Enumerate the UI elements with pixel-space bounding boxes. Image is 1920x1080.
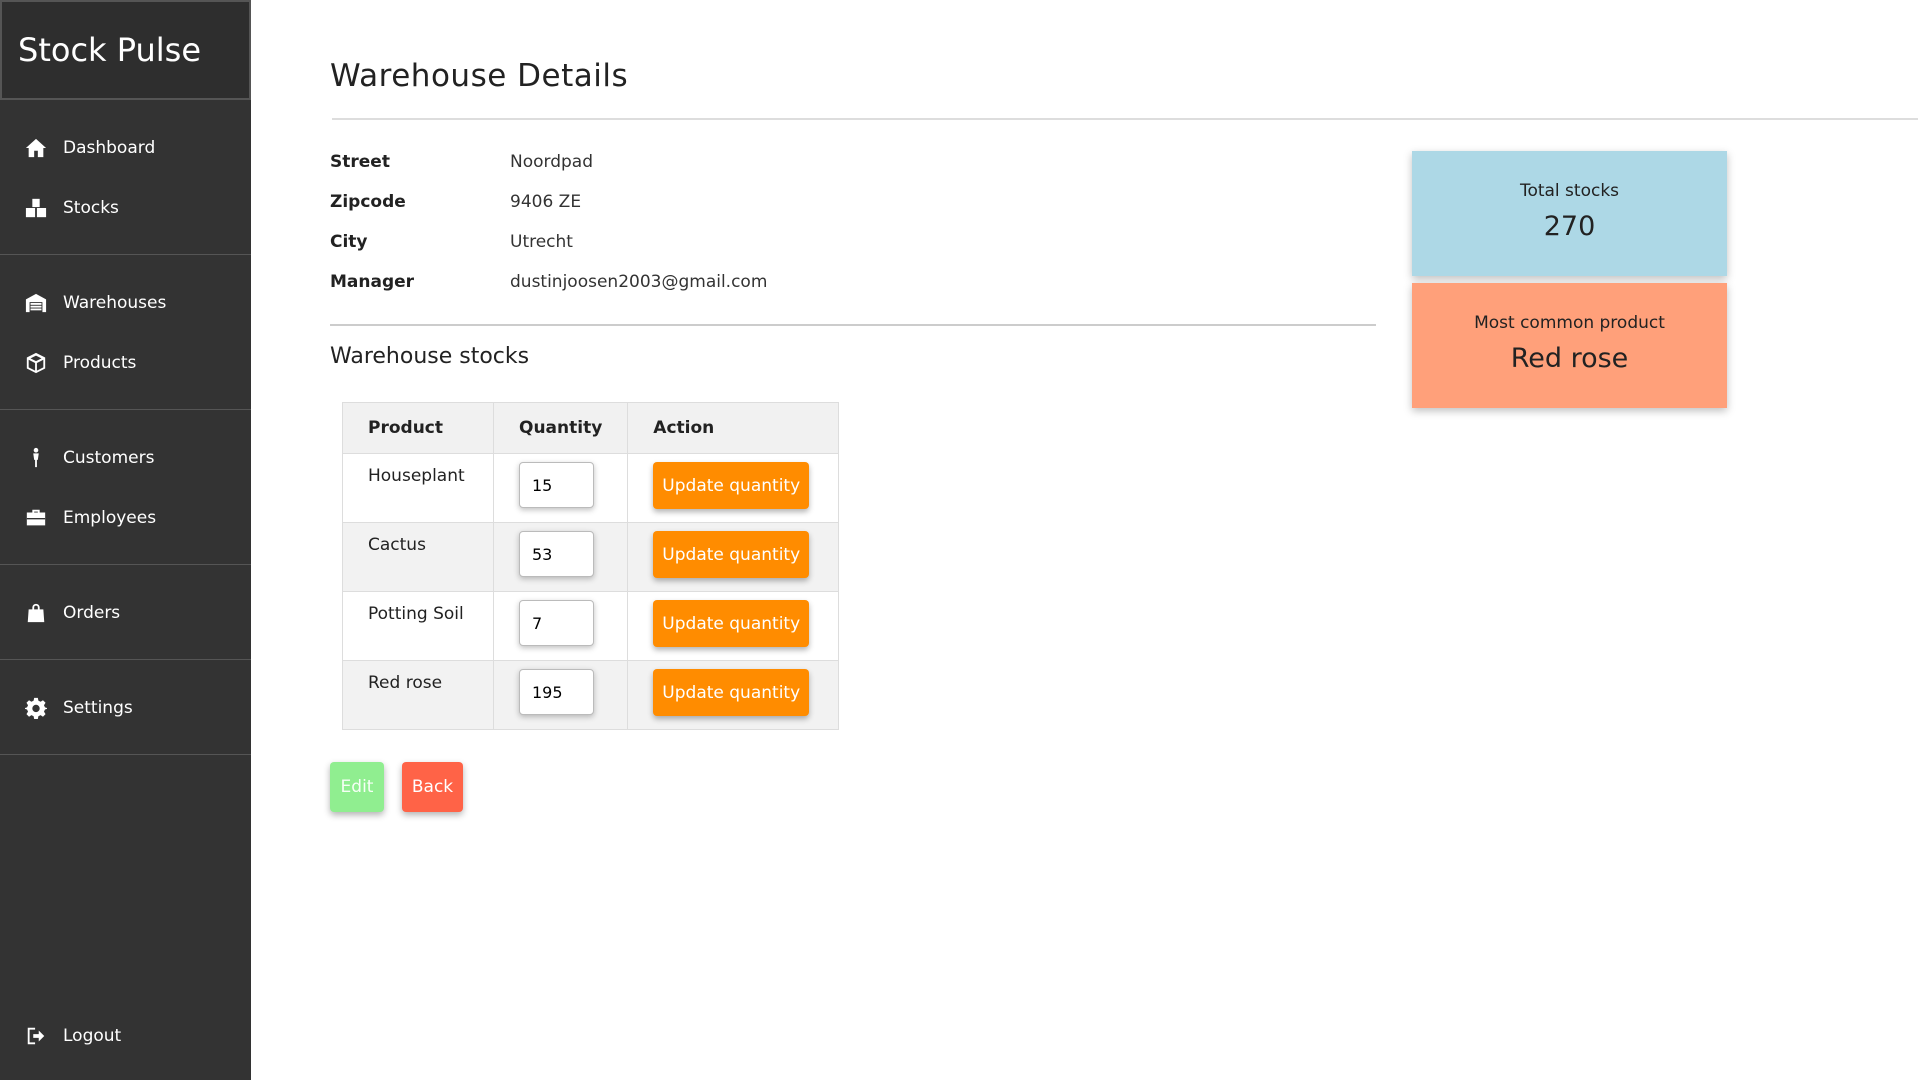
action-bar: Edit Back [330, 762, 463, 812]
brand-title: Stock Pulse [0, 0, 251, 100]
sidebar-item-logout[interactable]: Logout [0, 1006, 251, 1066]
sidebar-item-label: Dashboard [63, 138, 156, 158]
box-icon [24, 351, 48, 375]
update-quantity-button[interactable]: Update quantity [653, 669, 810, 716]
stat-label: Most common product [1474, 313, 1665, 333]
action-cell: Update quantity [627, 453, 840, 523]
briefcase-icon [24, 506, 48, 530]
detail-value-street: Noordpad [510, 152, 593, 172]
quantity-cell [492, 591, 629, 661]
stat-value-total: 270 [1543, 211, 1596, 242]
product-cell: Cactus [342, 522, 494, 592]
nav-group-1: Dashboard Stocks [0, 100, 251, 255]
detail-label: City [330, 232, 368, 252]
stat-value-common: Red rose [1510, 343, 1629, 374]
shopping-bag-icon [24, 601, 48, 625]
detail-label: Street [330, 152, 390, 172]
column-header-action: Action [627, 402, 840, 454]
detail-row-street: Street Noordpad [330, 142, 767, 182]
sidebar-item-label: Stocks [63, 198, 119, 218]
product-cell: Potting Soil [342, 591, 494, 661]
sidebar-item-stocks[interactable]: Stocks [0, 178, 251, 238]
nav-group-3: Customers Employees [0, 410, 251, 565]
sidebar-item-label: Products [63, 353, 137, 373]
sidebar-item-warehouses[interactable]: Warehouses [0, 273, 251, 333]
action-cell: Update quantity [627, 660, 840, 730]
product-cell: Red rose [342, 660, 494, 730]
quantity-input[interactable] [519, 669, 594, 715]
sidebar-item-settings[interactable]: Settings [0, 678, 251, 738]
detail-row-zipcode: Zipcode 9406 ZE [330, 182, 767, 222]
quantity-input[interactable] [519, 600, 594, 646]
sidebar-item-products[interactable]: Products [0, 333, 251, 393]
sidebar-item-customers[interactable]: Customers [0, 428, 251, 488]
sidebar-item-label: Warehouses [63, 293, 167, 313]
action-cell: Update quantity [627, 591, 840, 661]
nav-group-5: Settings [0, 660, 251, 755]
warehouse-icon [24, 291, 48, 315]
action-cell: Update quantity [627, 522, 840, 592]
update-quantity-button[interactable]: Update quantity [653, 462, 810, 509]
back-button[interactable]: Back [402, 762, 463, 812]
gear-icon [24, 696, 48, 720]
quantity-cell [492, 453, 629, 523]
page-title: Warehouse Details [330, 58, 629, 94]
sidebar-item-orders[interactable]: Orders [0, 583, 251, 643]
detail-value-zipcode: 9406 ZE [510, 192, 582, 212]
warehouse-details: Street Noordpad Zipcode 9406 ZE City Utr… [330, 142, 767, 302]
logout-section: Logout [0, 1006, 251, 1066]
total-stocks-card: Total stocks 270 [1412, 151, 1727, 276]
sidebar-item-label: Logout [63, 1026, 122, 1046]
most-common-product-card: Most common product Red rose [1412, 283, 1727, 408]
table-row: Houseplant Update quantity [342, 453, 840, 523]
sidebar-item-label: Employees [63, 508, 157, 528]
table-row: Potting Soil Update quantity [342, 591, 840, 661]
section-divider [330, 324, 1376, 326]
logout-icon [24, 1024, 48, 1048]
edit-button[interactable]: Edit [330, 762, 384, 812]
nav-group-4: Orders [0, 565, 251, 660]
detail-label: Manager [330, 272, 415, 292]
product-cell: Houseplant [342, 453, 494, 523]
main-content: Warehouse Details Street Noordpad Zipcod… [330, 0, 1920, 812]
detail-value-city: Utrecht [510, 232, 573, 252]
title-divider [332, 118, 1918, 120]
quantity-cell [492, 522, 629, 592]
stat-label: Total stocks [1519, 181, 1620, 201]
table-row: Red rose Update quantity [342, 660, 840, 730]
stocks-table: Product Quantity Action Houseplant Updat… [342, 402, 840, 730]
column-header-quantity: Quantity [492, 402, 629, 454]
section-title: Warehouse stocks [330, 344, 530, 369]
quantity-input[interactable] [519, 531, 594, 577]
update-quantity-button[interactable]: Update quantity [653, 600, 810, 647]
detail-row-manager: Manager dustinjoosen2003@gmail.com [330, 262, 767, 302]
column-header-product: Product [342, 402, 494, 454]
sidebar-item-label: Orders [63, 603, 121, 623]
boxes-icon [24, 196, 48, 220]
quantity-input[interactable] [519, 462, 594, 508]
table-header-row: Product Quantity Action [342, 402, 840, 454]
sidebar-item-dashboard[interactable]: Dashboard [0, 118, 251, 178]
sidebar: Stock Pulse Dashboard Stocks Warehouses [0, 0, 251, 1080]
home-icon [24, 136, 48, 160]
nav-group-2: Warehouses Products [0, 255, 251, 410]
quantity-cell [492, 660, 629, 730]
sidebar-item-label: Customers [63, 448, 155, 468]
detail-label: Zipcode [330, 192, 406, 212]
sidebar-item-employees[interactable]: Employees [0, 488, 251, 548]
update-quantity-button[interactable]: Update quantity [653, 531, 810, 578]
person-icon [24, 446, 48, 470]
table-row: Cactus Update quantity [342, 522, 840, 592]
detail-row-city: City Utrecht [330, 222, 767, 262]
sidebar-item-label: Settings [63, 698, 133, 718]
detail-value-manager: dustinjoosen2003@gmail.com [510, 272, 768, 292]
